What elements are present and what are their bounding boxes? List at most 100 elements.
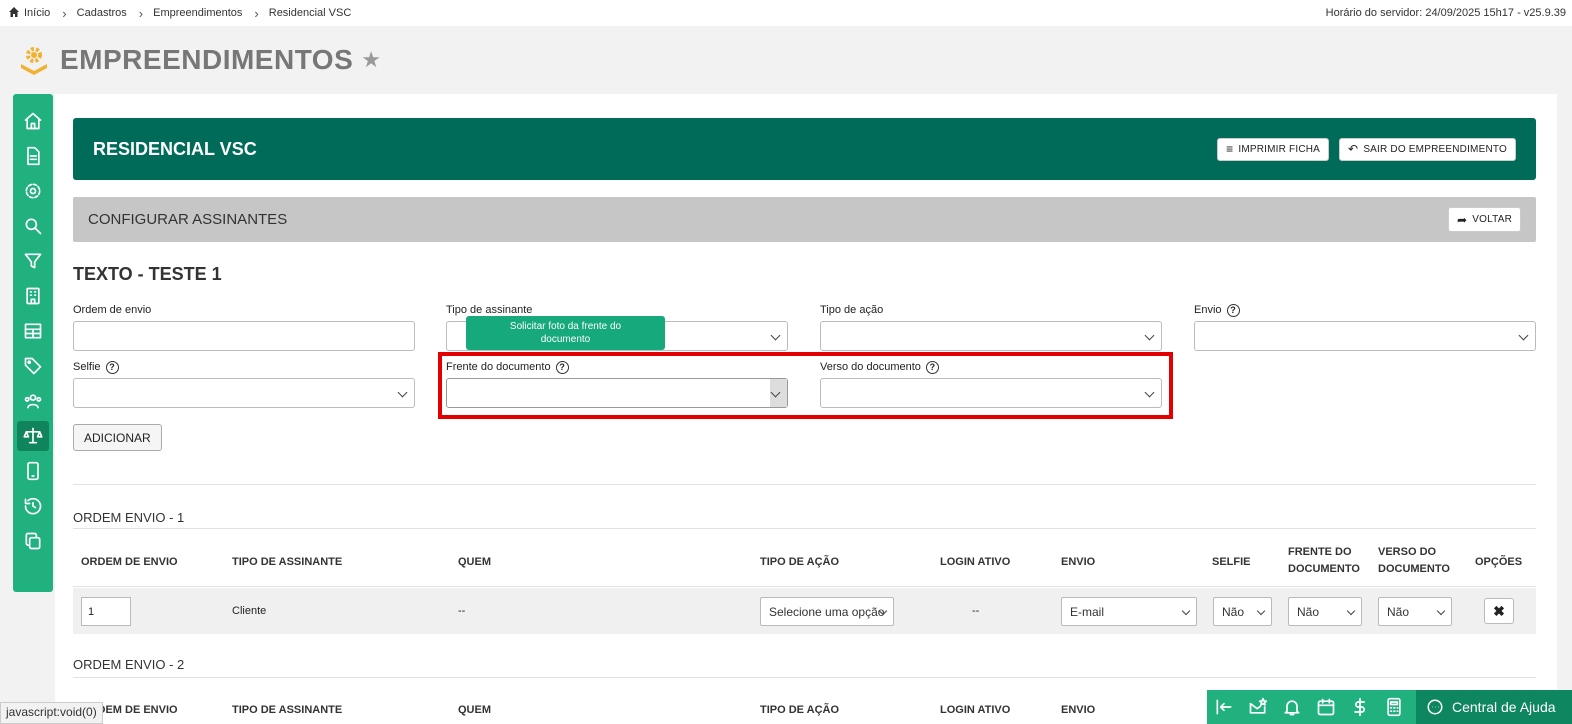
th-tipo-assinante: TIPO DE ASSINANTE <box>232 556 343 568</box>
search-icon <box>25 218 42 235</box>
sidebar <box>13 94 53 592</box>
tooltip: Solicitar foto da frente do documento <box>466 316 665 350</box>
exit-button-label: SAIR DO EMPREENDIMENTO <box>1363 143 1507 155</box>
sidebar-item-mobile[interactable] <box>17 456 49 486</box>
sidebar-item-scale[interactable] <box>17 421 49 451</box>
form-title: TEXTO - TESTE 1 <box>73 264 222 284</box>
table-header: ORDEM DE ENVIO TIPO DE ASSINANTE QUEM TI… <box>73 544 1536 584</box>
sidebar-item-tags[interactable] <box>17 351 49 381</box>
print-button-label: IMPRIMIR FICHA <box>1238 143 1321 155</box>
history-icon <box>24 497 42 515</box>
envio-select[interactable] <box>1194 321 1536 351</box>
th-envio: ENVIO <box>1061 704 1096 716</box>
chat-icon <box>1427 699 1443 715</box>
home-icon[interactable] <box>8 6 20 21</box>
dollar-icon[interactable] <box>1343 690 1377 724</box>
project-banner: RESIDENCIAL VSC ≡ IMPRIMIR FICHA ↶ SAIR … <box>73 118 1536 180</box>
section-bar: CONFIGURAR ASSINANTES ➦ VOLTAR <box>73 197 1536 242</box>
help-icon[interactable]: ? <box>1226 303 1240 317</box>
row-ordem-input[interactable]: 1 <box>81 597 131 626</box>
row-verso-select[interactable]: Não <box>1378 597 1452 626</box>
th-selfie: SELFIE <box>1212 556 1251 568</box>
calculator-icon[interactable] <box>1377 690 1411 724</box>
selfie-select[interactable] <box>73 378 415 408</box>
building-icon <box>26 287 40 305</box>
bell-icon[interactable] <box>1275 690 1309 724</box>
selfie-label: Selfie? <box>73 359 415 375</box>
copy-icon <box>25 532 41 550</box>
filter-icon <box>24 253 42 269</box>
sidebar-item-users[interactable] <box>17 386 49 416</box>
divider <box>73 677 1536 678</box>
ordem-input[interactable] <box>73 321 415 351</box>
th-ordem: ORDEM DE ENVIO <box>81 556 178 568</box>
sidebar-item-home[interactable] <box>17 106 49 136</box>
sidebar-item-filter[interactable] <box>17 246 49 276</box>
order-label: ORDEM ENVIO - 1 <box>73 510 185 525</box>
th-tipo-acao: TIPO DE AÇÃO <box>760 556 840 568</box>
breadcrumb-empreendimentos[interactable]: Empreendimentos <box>153 7 242 19</box>
reply-icon: ↶ <box>1348 142 1359 156</box>
divider <box>73 586 1536 587</box>
sidebar-item-settings[interactable] <box>17 176 49 206</box>
breadcrumb-current: Residencial VSC <box>268 7 352 19</box>
status-bar: javascript:void(0) <box>0 702 103 724</box>
bottom-toolbar: Central de Ajuda <box>1207 690 1572 724</box>
document-icon <box>27 146 40 166</box>
calendar-icon[interactable] <box>1309 690 1343 724</box>
tipo-acao-field: Tipo de ação <box>820 302 1162 351</box>
envio-field: Envio? <box>1194 302 1536 351</box>
order-label: ORDEM ENVIO - 2 <box>73 657 185 672</box>
selfie-field: Selfie? <box>73 359 415 408</box>
main-panel: RESIDENCIAL VSC ≡ IMPRIMIR FICHA ↶ SAIR … <box>55 94 1557 724</box>
server-time: Horário do servidor: 24/09/2025 15h17 - … <box>1325 7 1566 19</box>
ordem-field: Ordem de envio <box>73 302 415 351</box>
tipo-acao-label: Tipo de ação <box>820 304 884 316</box>
add-button[interactable]: ADICIONAR <box>73 424 162 451</box>
sidebar-item-building[interactable] <box>17 281 49 311</box>
sidebar-item-documents[interactable] <box>17 141 49 171</box>
phone-icon <box>27 461 39 481</box>
row-frente-select[interactable]: Não <box>1288 597 1362 626</box>
th-verso: VERSO DO DOCUMENTO <box>1378 546 1450 575</box>
th-quem: QUEM <box>458 556 491 568</box>
divider <box>73 528 1536 529</box>
sidebar-item-history[interactable] <box>17 491 49 521</box>
chevron-right-icon: › <box>62 5 67 21</box>
table-icon <box>24 323 42 339</box>
breadcrumb-inicio[interactable]: Início <box>24 7 50 19</box>
mail-star-icon[interactable] <box>1241 690 1275 724</box>
back-button-label: VOLTAR <box>1472 214 1512 225</box>
ordem-label: Ordem de envio <box>73 304 152 316</box>
print-button[interactable]: ≡ IMPRIMIR FICHA <box>1217 137 1330 161</box>
sidebar-item-table[interactable] <box>17 316 49 346</box>
tipo-acao-select[interactable] <box>820 321 1162 351</box>
row-envio-select[interactable]: E-mail <box>1061 597 1197 626</box>
star-icon[interactable]: ★ <box>361 47 381 73</box>
th-tipo-assinante: TIPO DE ASSINANTE <box>232 704 343 716</box>
help-center-button[interactable]: Central de Ajuda <box>1416 690 1572 724</box>
collapse-left-icon[interactable] <box>1207 690 1241 724</box>
users-icon <box>24 394 42 409</box>
delete-button[interactable]: ✖ <box>1484 598 1514 624</box>
exit-project-button[interactable]: ↶ SAIR DO EMPREENDIMENTO <box>1339 137 1516 161</box>
page-title: EMPREENDIMENTOS <box>60 44 354 75</box>
sidebar-item-copy[interactable] <box>17 526 49 556</box>
highlight-box <box>438 352 1173 419</box>
list-icon: ≡ <box>1226 142 1234 156</box>
th-frente: FRENTE DO DOCUMENTO <box>1288 546 1360 575</box>
table-row: 1 Cliente -- Selecione uma opção -- E-ma… <box>73 588 1536 634</box>
th-envio: ENVIO <box>1061 556 1096 568</box>
row-tipo-acao-select[interactable]: Selecione uma opção <box>760 597 894 626</box>
back-button[interactable]: ➦ VOLTAR <box>1448 207 1521 232</box>
help-icon[interactable]: ? <box>105 360 119 374</box>
sidebar-item-search[interactable] <box>17 211 49 241</box>
row-selfie-select[interactable]: Não <box>1213 597 1272 626</box>
divider <box>73 484 1536 485</box>
breadcrumb: Início › Cadastros › Empreendimentos › R… <box>8 6 351 21</box>
building-gear-icon <box>21 47 47 75</box>
th-quem: QUEM <box>458 704 491 716</box>
project-title: RESIDENCIAL VSC <box>93 138 257 159</box>
chevron-right-icon: › <box>138 5 144 21</box>
breadcrumb-cadastros[interactable]: Cadastros <box>77 7 127 19</box>
